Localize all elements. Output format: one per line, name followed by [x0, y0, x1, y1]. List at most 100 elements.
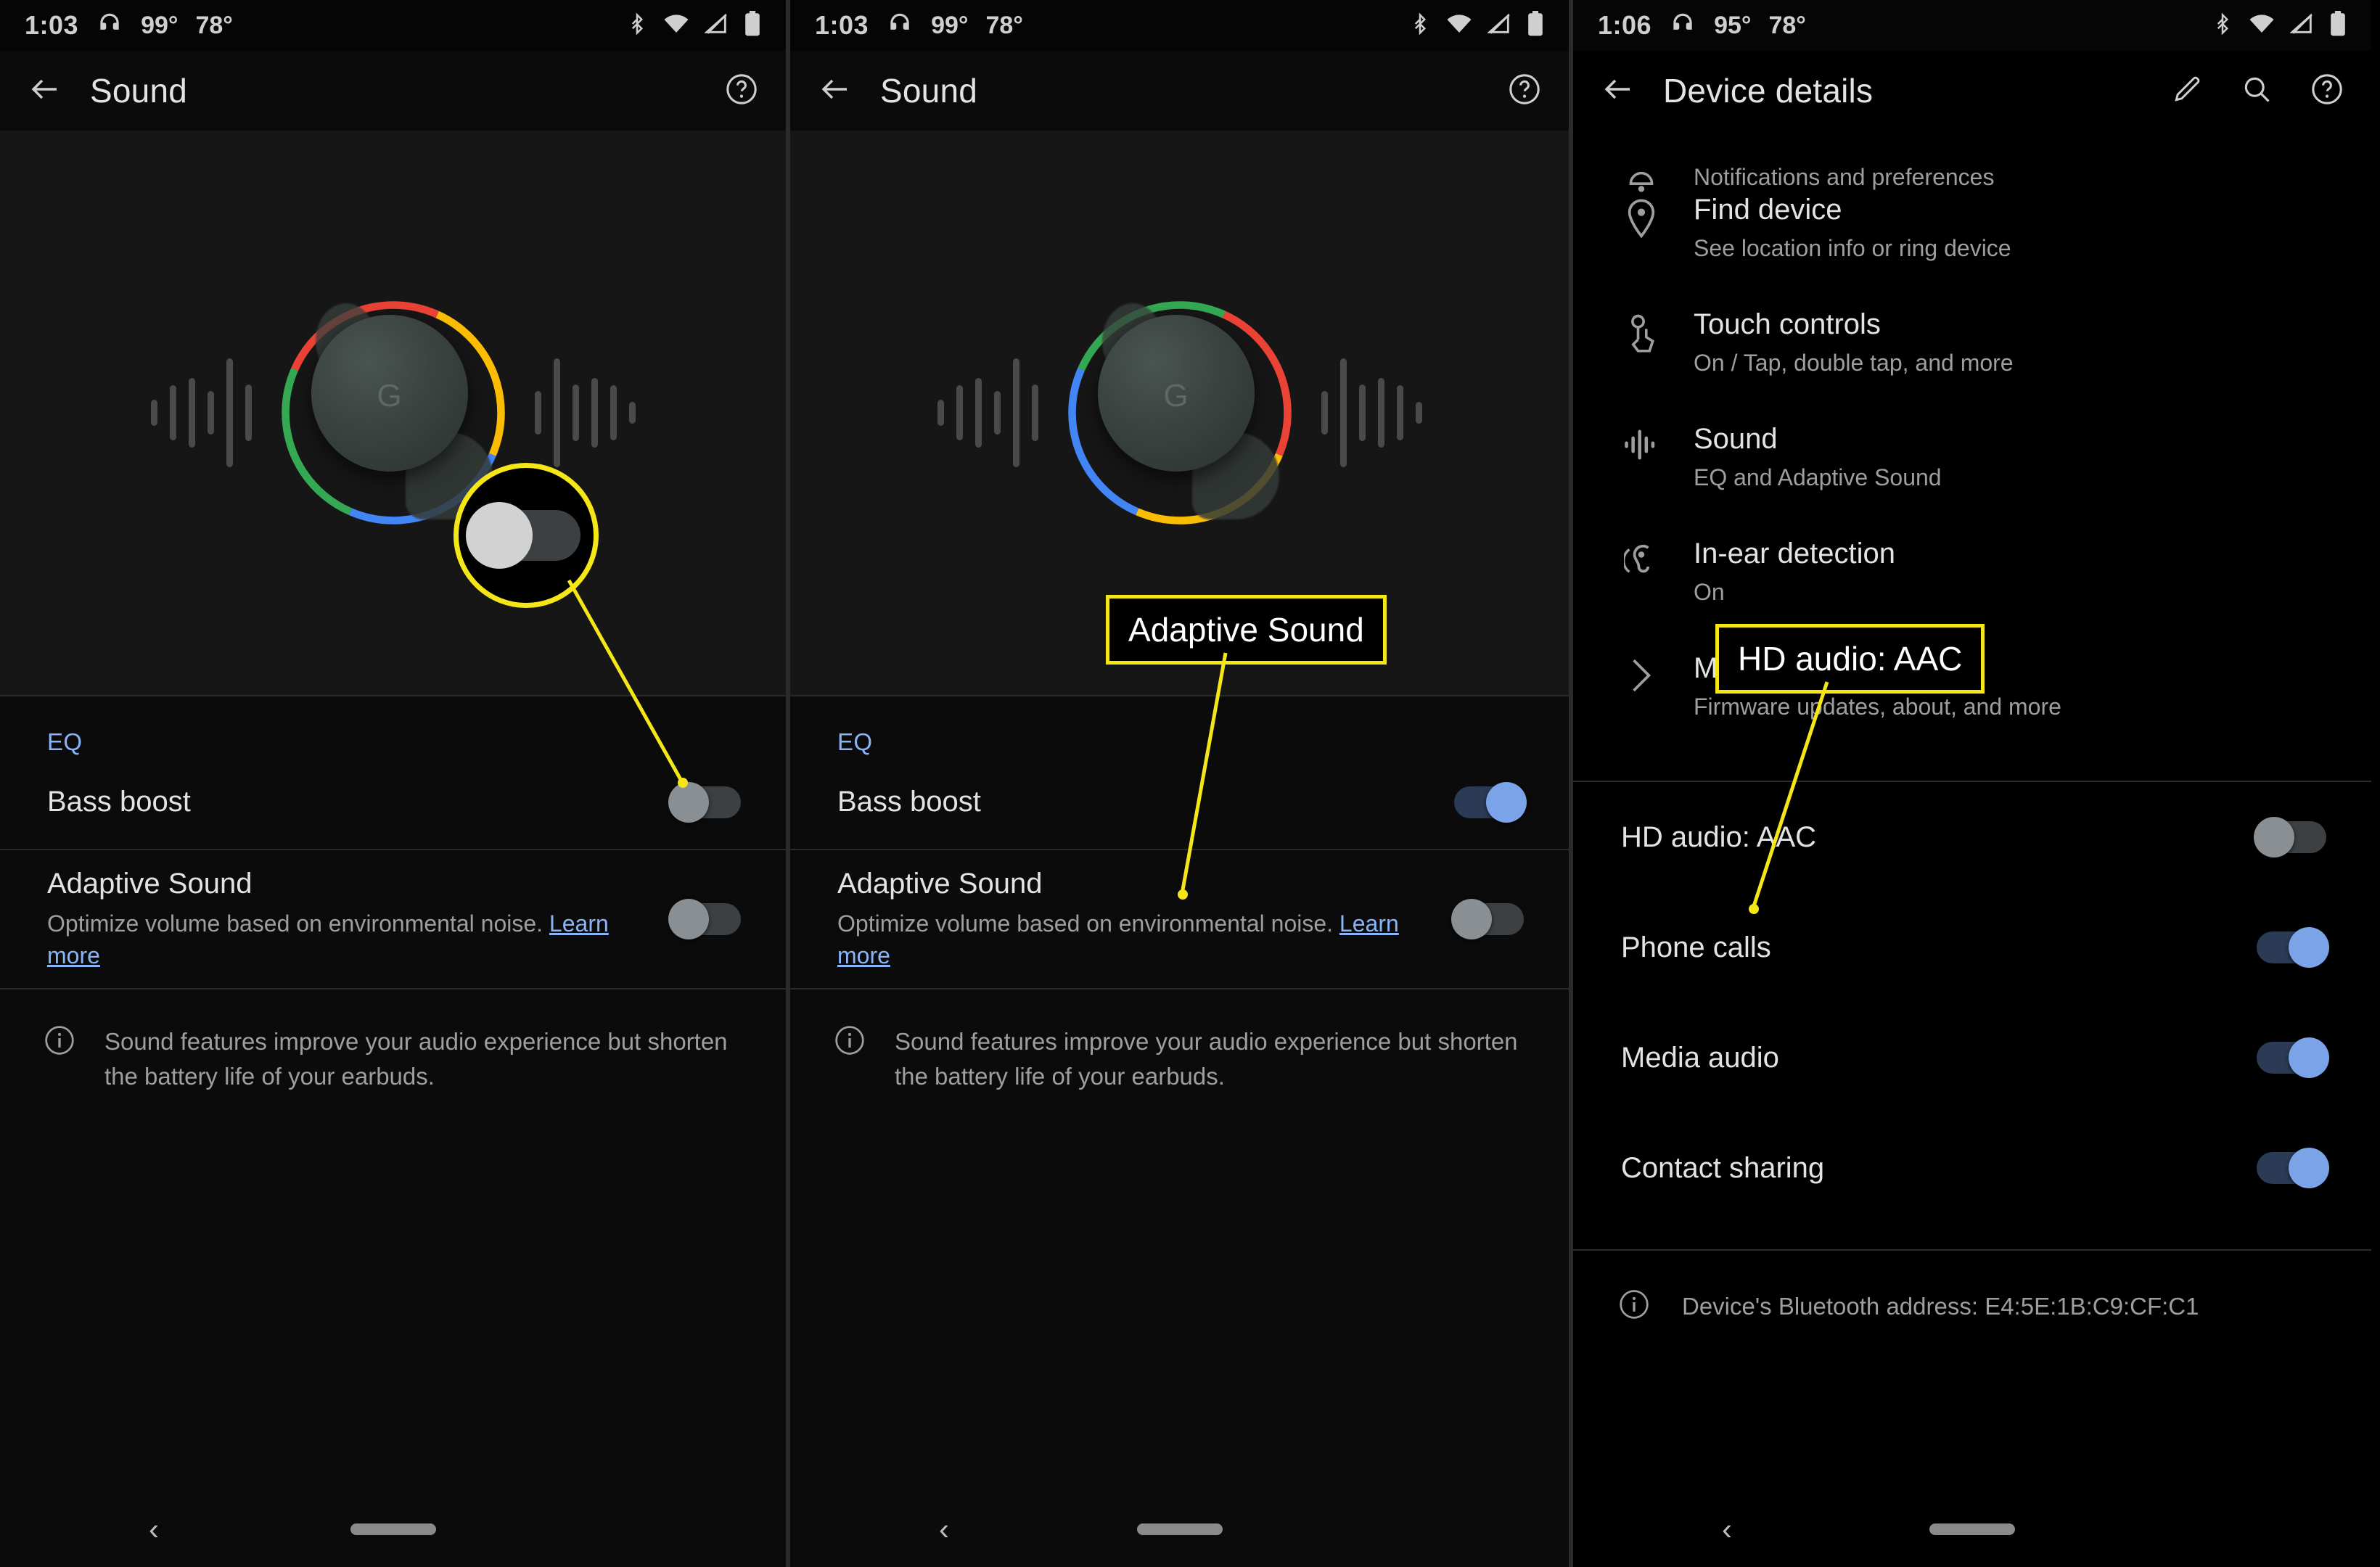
location-pin-icon: [1621, 193, 1662, 239]
status-bar: 1:03 99° 78°: [790, 0, 1569, 51]
battery-icon: [1527, 10, 1544, 41]
touch-hand-icon: [1621, 308, 1662, 353]
status-bar: 1:03 99° 78°: [0, 0, 786, 51]
row-subtitle: Optimize volume based on environmental n…: [837, 910, 1399, 968]
back-arrow-icon[interactable]: [28, 72, 62, 110]
battery-icon: [2329, 10, 2347, 41]
nav-back-icon[interactable]: ‹: [1722, 1512, 1732, 1547]
status-temp-low: 78°: [985, 11, 1023, 39]
search-icon[interactable]: [2241, 73, 2273, 109]
eq-bars-right: [534, 329, 636, 496]
help-circle-icon[interactable]: [1508, 73, 1541, 110]
row-bass-boost[interactable]: Bass boost: [0, 756, 786, 849]
nav-back-icon[interactable]: ‹: [149, 1512, 159, 1547]
eq-bars-right: [1321, 329, 1422, 496]
settings-item-title: Touch controls: [1694, 308, 1881, 340]
adaptive-sound-toggle[interactable]: [1451, 899, 1524, 939]
bluetooth-icon: [2212, 12, 2233, 40]
settings-item-subtitle: Firmware updates, about, and more: [1694, 694, 2061, 720]
toggle-label: Media audio: [1621, 1041, 1779, 1074]
chevron-right-icon: [1621, 651, 1662, 694]
bluetooth-address-text: Device's Bluetooth address: E4:5E:1B:C9:…: [1682, 1292, 2199, 1320]
contact-sharing-toggle[interactable]: [2257, 1148, 2329, 1188]
eq-section-label: EQ: [47, 728, 83, 755]
row-contact-sharing[interactable]: Contact sharing: [1573, 1113, 2371, 1223]
row-adaptive-sound[interactable]: Adaptive Sound Optimize volume based on …: [0, 850, 786, 988]
row-phone-calls[interactable]: Phone calls: [1573, 892, 2371, 1003]
hd-audio-toggle[interactable]: [2254, 817, 2326, 857]
system-nav-bar: ‹: [0, 1492, 786, 1567]
settings-item-sound[interactable]: Sound EQ and Adaptive Sound: [1573, 422, 2371, 537]
page-title: Sound: [90, 72, 188, 110]
wifi-icon: [662, 13, 690, 38]
bass-boost-toggle[interactable]: [668, 782, 741, 823]
wifi-icon: [2248, 13, 2276, 38]
settings-item-more-settings[interactable]: More settings Firmware updates, about, a…: [1573, 651, 2371, 766]
info-circle-icon: [44, 1024, 75, 1060]
adaptive-sound-section: Adaptive Sound Optimize volume based on …: [0, 850, 786, 988]
phone-calls-toggle[interactable]: [2257, 927, 2329, 968]
nav-home-pill[interactable]: [1929, 1523, 2015, 1535]
note-text: Sound features improve your audio experi…: [895, 1028, 1518, 1090]
settings-item-touch-controls[interactable]: Touch controls On / Tap, double tap, and…: [1573, 308, 2371, 422]
settings-item-subtitle: See location info or ring device: [1694, 235, 2011, 261]
panel-sound-off: 1:03 99° 78° Sound G EQ Bass boost Adapt…: [0, 0, 786, 1567]
row-title: Adaptive Sound: [837, 867, 1043, 900]
nav-home-pill[interactable]: [1136, 1523, 1223, 1535]
bell-icon: [1621, 163, 1662, 193]
back-arrow-icon[interactable]: [1601, 72, 1636, 110]
info-circle-icon: [1618, 1288, 1650, 1324]
adaptive-sound-section: Adaptive Sound Optimize volume based on …: [790, 850, 1569, 988]
status-temp-low: 78°: [195, 11, 233, 39]
row-subtitle: Optimize volume based on environmental n…: [47, 910, 609, 968]
earbud-body: G: [311, 315, 468, 472]
eq-bars-left: [937, 329, 1038, 496]
sound-features-note: Sound features improve your audio experi…: [0, 990, 786, 1094]
headphone-icon: [886, 10, 914, 41]
row-title: Bass boost: [837, 786, 981, 818]
toggle-label: Phone calls: [1621, 931, 1771, 963]
help-circle-icon[interactable]: [2310, 73, 2344, 110]
row-adaptive-sound[interactable]: Adaptive Sound Optimize volume based on …: [790, 850, 1569, 988]
system-nav-bar: ‹: [790, 1492, 1569, 1567]
eq-section: EQ Bass boost: [0, 696, 786, 849]
row-hd-audio[interactable]: HD audio: AAC: [1573, 782, 2371, 892]
settings-item-subtitle: On: [1694, 579, 1725, 605]
row-title: Adaptive Sound: [47, 867, 253, 900]
eq-bars-left: [150, 329, 252, 496]
headphone-icon: [96, 10, 123, 41]
sound-features-note: Sound features improve your audio experi…: [790, 990, 1569, 1094]
battery-icon: [744, 10, 761, 41]
settings-item-title: Sound: [1694, 423, 1778, 455]
app-bar: Sound: [0, 51, 786, 131]
earbud-image: G: [1060, 293, 1300, 532]
settings-item-notifications[interactable]: Notifications and preferences: [1573, 131, 2371, 193]
back-arrow-icon[interactable]: [818, 72, 853, 110]
nav-back-icon[interactable]: ‹: [939, 1512, 949, 1547]
adaptive-sound-toggle[interactable]: [668, 899, 741, 939]
bluetooth-address-note: Device's Bluetooth address: E4:5E:1B:C9:…: [1573, 1251, 2371, 1324]
wifi-icon: [1445, 13, 1473, 38]
nav-home-pill[interactable]: [350, 1523, 436, 1535]
bass-boost-toggle[interactable]: [1454, 782, 1527, 823]
media-audio-toggle[interactable]: [2257, 1037, 2329, 1078]
settings-item-find-device[interactable]: Find device See location info or ring de…: [1573, 193, 2371, 308]
app-bar: Sound: [790, 51, 1569, 131]
row-media-audio[interactable]: Media audio: [1573, 1003, 2371, 1113]
row-title: Bass boost: [47, 786, 191, 818]
page-title: Sound: [880, 72, 978, 110]
help-circle-icon[interactable]: [725, 73, 758, 110]
toggle-label: Contact sharing: [1621, 1151, 1825, 1184]
settings-item-in-ear-detection[interactable]: In-ear detection On: [1573, 537, 2371, 651]
eq-section: EQ Bass boost: [790, 696, 1569, 849]
status-temp-high: 95°: [1714, 11, 1752, 39]
google-g-logo: G: [377, 378, 402, 414]
row-bass-boost[interactable]: Bass boost: [790, 756, 1569, 849]
status-time: 1:03: [815, 10, 869, 40]
signal-off-icon: [1487, 13, 1512, 38]
pencil-icon[interactable]: [2171, 73, 2203, 109]
earbud-hero-illustration: G: [0, 131, 786, 695]
bluetooth-icon: [626, 12, 648, 40]
settings-item-title: More settings: [1694, 652, 1868, 684]
headphone-icon: [1669, 10, 1696, 41]
